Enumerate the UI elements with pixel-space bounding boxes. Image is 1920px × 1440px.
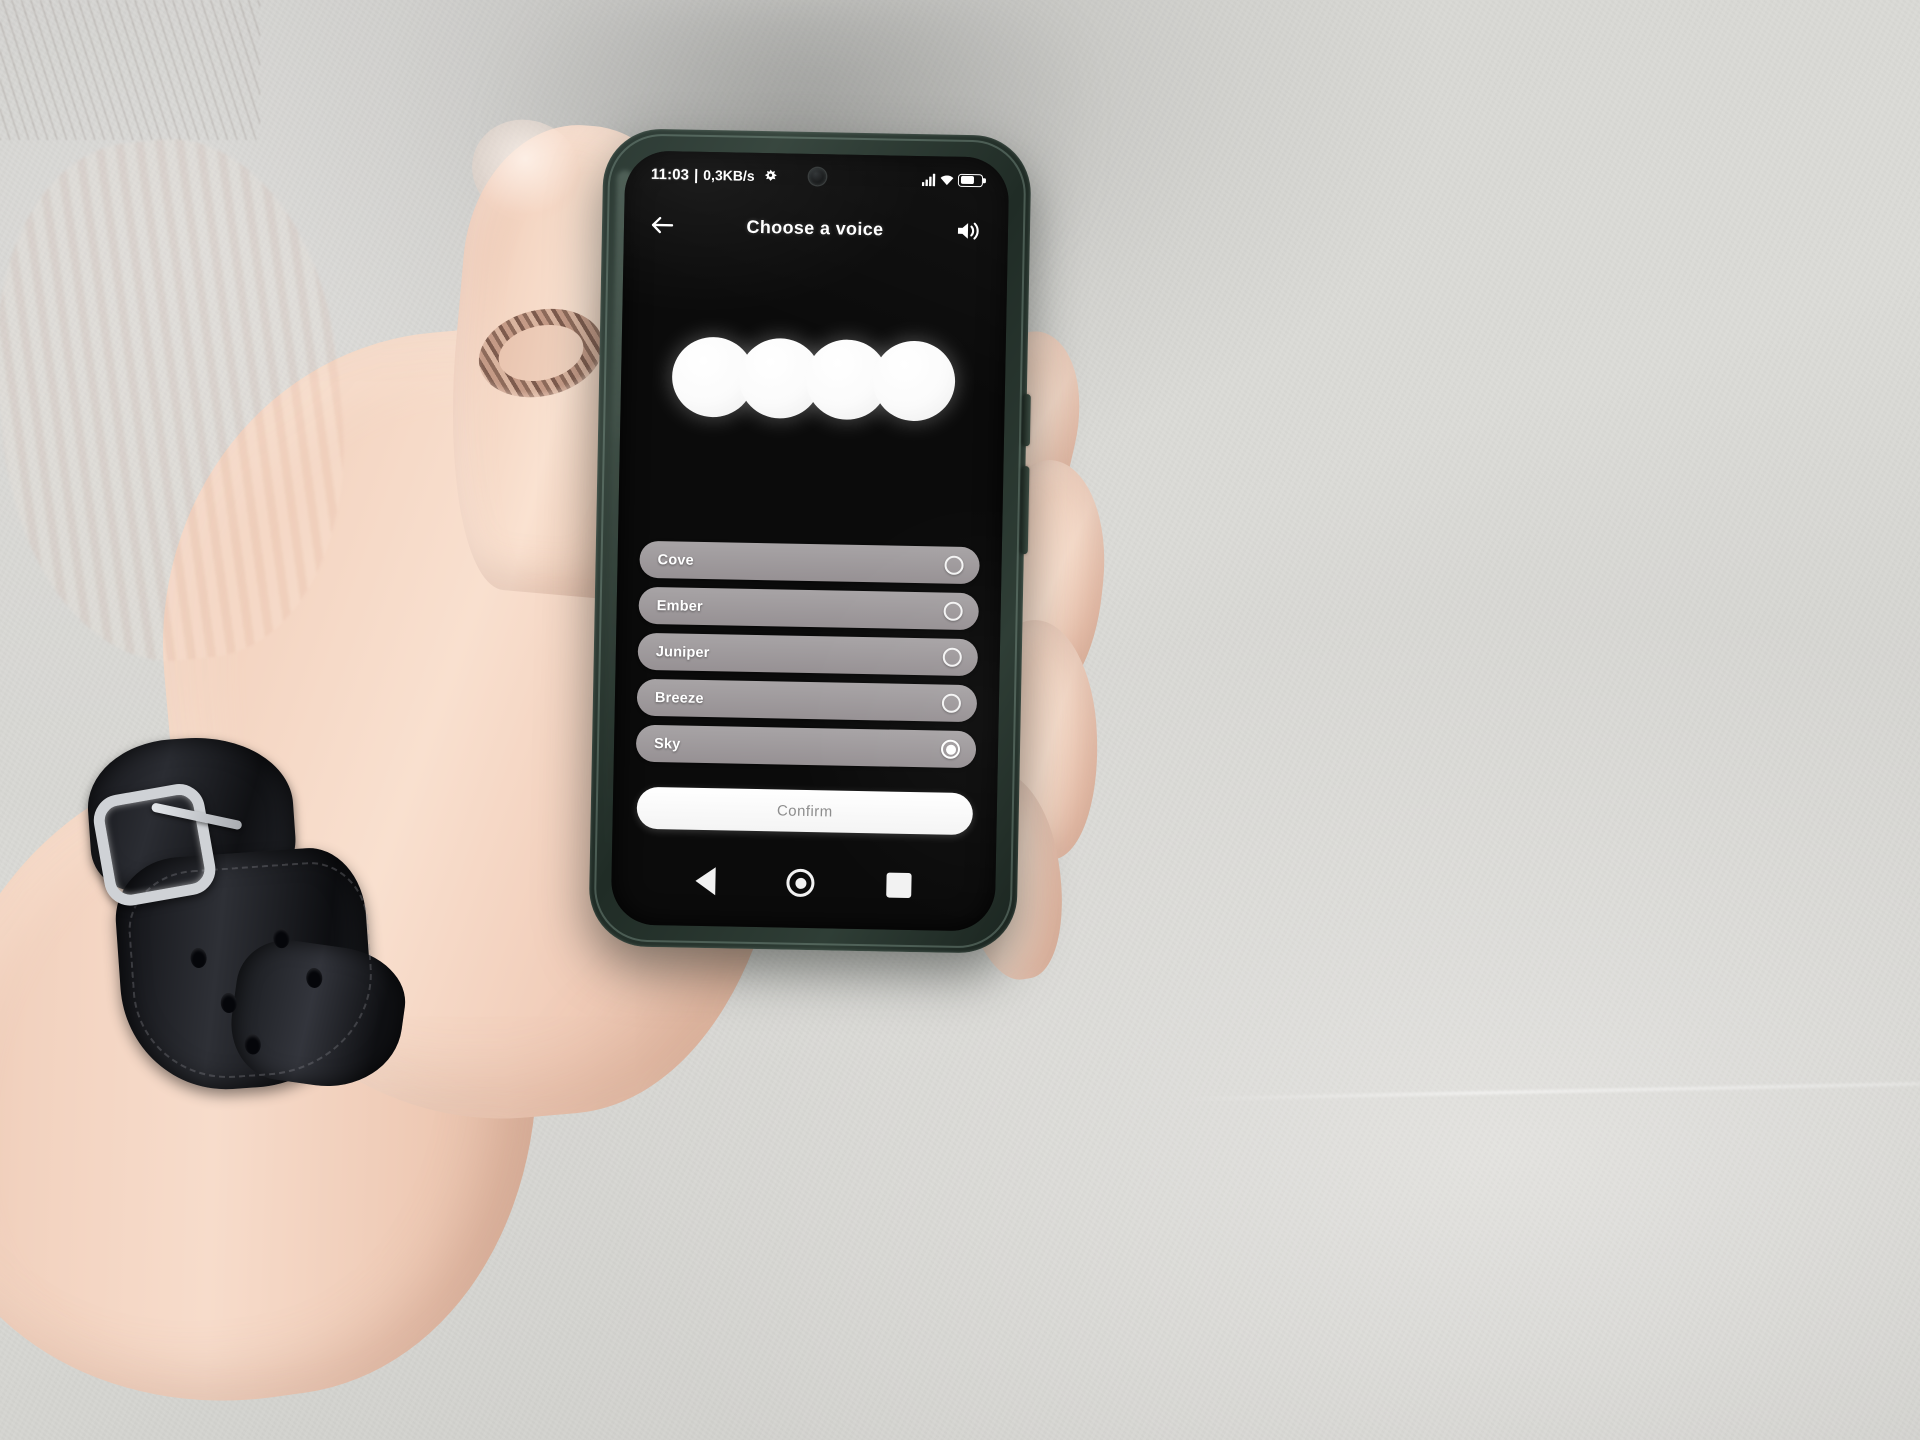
status-separator: | (693, 166, 699, 184)
confirm-button[interactable]: Confirm (636, 786, 974, 836)
speaker-volume-icon[interactable] (956, 220, 982, 242)
voice-option-sky[interactable]: Sky (635, 724, 977, 769)
front-camera (808, 167, 826, 186)
network-speed-text: 0,3KB/s (703, 166, 755, 184)
phone-screen: 11:03 | 0,3KB/s Choose a voice Cove Embe… (610, 150, 1010, 932)
voice-option-label: Juniper (655, 643, 710, 661)
vpn-key-icon (764, 169, 777, 181)
app-top-bar: Choose a voice (624, 198, 1009, 257)
wifi-icon (940, 175, 954, 185)
radio-button-juniper[interactable] (942, 647, 962, 667)
voice-option-label: Cove (657, 551, 695, 569)
back-arrow-icon[interactable] (650, 215, 674, 235)
radio-button-ember[interactable] (943, 601, 963, 621)
voice-option-label: Ember (656, 597, 704, 615)
radio-button-sky[interactable] (940, 739, 961, 759)
voice-option-label: Breeze (654, 689, 704, 707)
battery-fill (960, 175, 974, 185)
status-bar-left: 11:03 | 0,3KB/s (651, 165, 779, 184)
status-bar-right (921, 173, 984, 187)
confirm-button-label: Confirm (776, 801, 833, 820)
voice-option-ember[interactable]: Ember (638, 586, 980, 631)
voice-orb (871, 340, 956, 422)
voice-option-cove[interactable]: Cove (639, 540, 980, 585)
battery-icon (957, 173, 984, 187)
volume-button[interactable] (1022, 394, 1031, 447)
voice-option-label: Sky (653, 735, 681, 753)
radio-button-breeze[interactable] (941, 693, 962, 713)
page-title: Choose a voice (746, 216, 884, 239)
nav-back-button[interactable] (695, 866, 716, 896)
voice-orb-group (620, 335, 1005, 422)
signal-bars-icon (921, 173, 936, 186)
status-clock: 11:03 (650, 165, 690, 184)
nav-home-circle-icon (786, 868, 816, 898)
voice-option-breeze[interactable]: Breeze (636, 678, 978, 723)
smartphone: 11:03 | 0,3KB/s Choose a voice Cove Embe… (588, 127, 1032, 955)
nav-back-triangle-icon (695, 866, 716, 896)
arm-hair (0, 0, 260, 140)
nav-recents-button[interactable] (886, 872, 912, 898)
nav-home-button[interactable] (786, 868, 816, 898)
radio-button-cove[interactable] (944, 555, 964, 575)
watch-buckle (89, 779, 220, 910)
nav-recents-square-icon (886, 872, 912, 898)
wrist-watch-strap (64, 724, 417, 1097)
android-navigation-bar (611, 848, 996, 917)
voice-option-list: Cove Ember Juniper Breeze Sky (635, 540, 980, 769)
voice-option-juniper[interactable]: Juniper (637, 632, 979, 677)
